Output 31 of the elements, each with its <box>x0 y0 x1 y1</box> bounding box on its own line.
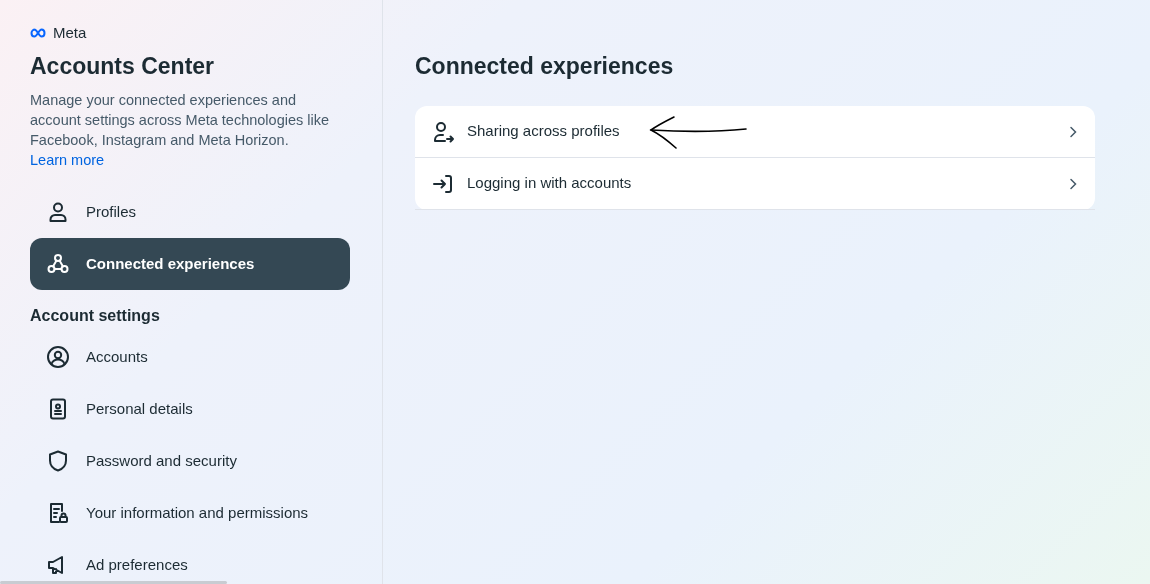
option-row[interactable]: Logging in with accounts <box>415 158 1095 210</box>
option-row[interactable]: Sharing across profiles <box>415 106 1095 158</box>
person-arrow-icon <box>431 119 455 144</box>
scrollbar[interactable] <box>0 581 227 584</box>
chevron-right-icon <box>1067 125 1079 138</box>
nodes-icon <box>46 251 70 276</box>
brand-name: Meta <box>53 23 87 43</box>
nav-item[interactable]: Personal details <box>30 382 350 435</box>
nav-item[interactable]: Profiles <box>30 185 350 238</box>
sidebar-title: Accounts Center <box>30 51 216 80</box>
account-circle-icon <box>46 344 70 369</box>
learn-more-link[interactable]: Learn more <box>30 149 105 170</box>
page-title: Connected experiences <box>415 52 675 81</box>
nav-item-label: Ad preferences <box>86 554 188 575</box>
nav-item-label: Personal details <box>86 398 193 419</box>
nav-item[interactable]: Your information and permissions <box>30 486 350 539</box>
nav-item-label: Connected experiences <box>86 253 255 274</box>
chevron-right-icon <box>1067 177 1079 190</box>
nav-item[interactable]: Connected experiences <box>30 237 350 290</box>
nav-item[interactable]: Accounts <box>30 330 350 383</box>
nav-item-label: Accounts <box>86 346 148 367</box>
option-label: Logging in with accounts <box>467 173 632 194</box>
nav-item-label: Your information and permissions <box>86 502 309 523</box>
shield-icon <box>46 448 70 473</box>
nav-item[interactable]: Password and security <box>30 434 350 487</box>
nav-item[interactable]: Ad preferences <box>30 538 350 584</box>
section-title: Account settings <box>30 305 161 326</box>
nav-item-label: Password and security <box>86 450 237 471</box>
sidebar-description: Manage your connected experiences and account settings across Meta technologies like Facebook, Instagram and Meta Horizon. <box>30 90 331 150</box>
nav-item-label: Profiles <box>86 201 137 222</box>
option-label: Sharing across profiles <box>467 121 620 142</box>
